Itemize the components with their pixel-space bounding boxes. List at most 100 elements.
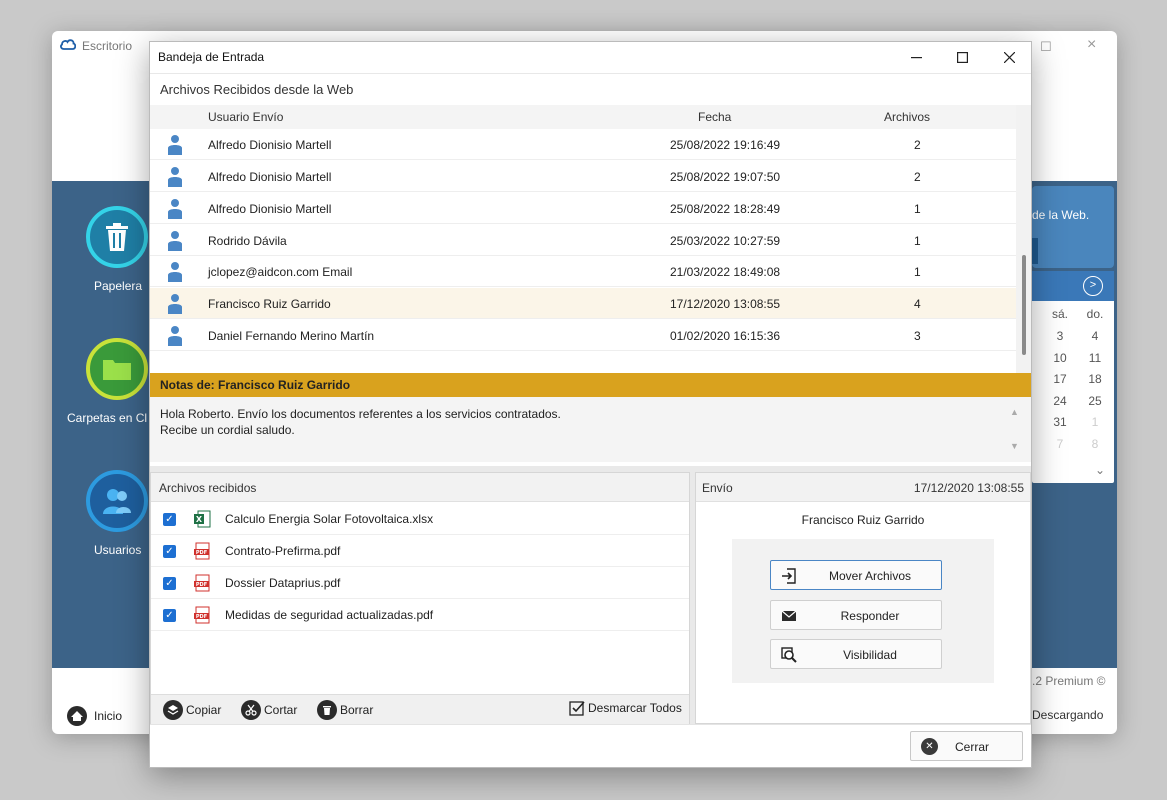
calendar-day[interactable]: 8 [1084, 437, 1106, 451]
cell-user: Francisco Ruiz Garrido [208, 297, 331, 311]
table-scrollbar[interactable] [1016, 105, 1031, 409]
table-header: Usuario Envío Fecha Archivos [150, 105, 1016, 129]
file-item[interactable]: ✓ PDF Dossier Dataprius.pdf [151, 567, 689, 599]
uncheck-all-button[interactable]: Desmarcar Todos [569, 700, 682, 716]
cell-date: 25/08/2022 19:16:49 [670, 138, 781, 152]
calendar-day[interactable]: 3 [1049, 329, 1071, 343]
calendar-day[interactable]: 1 [1084, 415, 1106, 429]
svg-text:PDF: PDF [196, 582, 207, 588]
calendar: > sá. do. 3 4 10 11 17 18 24 25 31 1 7 8… [1032, 271, 1114, 483]
svg-text:PDF: PDF [196, 550, 207, 556]
reply-button[interactable]: Responder [770, 600, 942, 630]
user-icon [168, 326, 182, 346]
magnifier-icon [781, 647, 797, 663]
cell-files: 2 [914, 138, 921, 152]
cell-date: 17/12/2020 13:08:55 [670, 297, 781, 311]
cell-date: 25/08/2022 18:28:49 [670, 202, 781, 216]
delete-button[interactable]: Borrar [317, 700, 373, 720]
calendar-day[interactable]: 4 [1084, 329, 1106, 343]
calendar-dropdown-icon[interactable]: ⌄ [1089, 463, 1111, 477]
close-icon[interactable] [986, 42, 1031, 73]
calendar-day[interactable]: 7 [1049, 437, 1071, 451]
calendar-header: > [1032, 271, 1114, 301]
visibility-button[interactable]: Visibilidad [770, 639, 942, 669]
section-title: Archivos Recibidos desde la Web [160, 82, 354, 97]
cell-user: Daniel Fernando Merino Martín [208, 329, 375, 343]
copy-button[interactable]: Copiar [163, 700, 221, 720]
notes-text-area[interactable]: Hola Roberto. Envío los documentos refer… [150, 397, 1031, 462]
users-icon[interactable] [86, 470, 148, 532]
calendar-day[interactable]: 25 [1084, 394, 1106, 408]
trash-icon[interactable] [86, 206, 148, 268]
table-row[interactable]: Rodrido Dávila 25/03/2022 10:27:59 1 [150, 225, 1016, 256]
inbox-dialog: Bandeja de Entrada Archivos Recibidos de… [149, 41, 1032, 768]
move-files-button[interactable]: Mover Archivos [770, 560, 942, 590]
checkbox-checked[interactable]: ✓ [163, 545, 176, 558]
cell-files: 1 [914, 234, 921, 248]
copy-icon [163, 700, 183, 720]
background-maximize-icon[interactable]: ☐ [1040, 39, 1052, 55]
checkbox-checked[interactable]: ✓ [163, 609, 176, 622]
received-files-panel: Archivos recibidos ✓ X Calculo Energia S… [150, 472, 690, 724]
calendar-day[interactable]: 17 [1049, 372, 1071, 386]
cell-date: 21/03/2022 18:49:08 [670, 265, 781, 279]
table-row[interactable]: jclopez@aidcon.com Email 21/03/2022 18:4… [150, 256, 1016, 287]
calendar-day[interactable]: 24 [1049, 394, 1071, 408]
user-icon [168, 231, 182, 251]
web-panel-text: de la Web. [1032, 208, 1090, 222]
table-row[interactable]: Alfredo Dionisio Martell 25/08/2022 18:2… [150, 193, 1016, 224]
close-button[interactable]: ✕ Cerrar [910, 731, 1023, 761]
file-item[interactable]: ✓ X Calculo Energia Solar Fotovoltaica.x… [151, 503, 689, 535]
column-header-files[interactable]: Archivos [884, 110, 930, 124]
scroll-down-icon[interactable]: ▼ [1010, 441, 1019, 451]
column-header-user[interactable]: Usuario Envío [208, 110, 283, 124]
column-header-date[interactable]: Fecha [698, 110, 731, 124]
reply-label: Responder [840, 609, 900, 623]
envio-title: Envío [702, 481, 733, 495]
minimize-icon[interactable] [893, 42, 939, 73]
file-name: Medidas de seguridad actualizadas.pdf [225, 608, 434, 622]
checkbox-checked[interactable]: ✓ [163, 577, 176, 590]
table-row[interactable]: Daniel Fernando Merino Martín 01/02/2020… [150, 320, 1016, 351]
files-toolbar: Copiar Cortar Borrar Desmarcar Todos [151, 694, 689, 724]
envio-sender: Francisco Ruiz Garrido [801, 513, 925, 527]
close-label: Cerrar [955, 740, 990, 754]
cell-user: Alfredo Dionisio Martell [208, 202, 332, 216]
inicio-button[interactable]: Inicio [66, 705, 122, 727]
calendar-header-sun: do. [1086, 307, 1104, 321]
cut-button[interactable]: Cortar [241, 700, 297, 720]
maximize-icon[interactable] [939, 42, 985, 73]
checkbox-checked[interactable]: ✓ [163, 513, 176, 526]
background-close-icon[interactable]: × [1087, 36, 1096, 54]
user-icon [168, 135, 182, 155]
file-item[interactable]: ✓ PDF Medidas de seguridad actualizadas.… [151, 599, 689, 631]
table-row[interactable]: Alfredo Dionisio Martell 25/08/2022 19:1… [150, 129, 1016, 160]
table-row[interactable]: Alfredo Dionisio Martell 25/08/2022 19:0… [150, 161, 1016, 192]
table-scrollbar-thumb[interactable] [1022, 255, 1026, 355]
files-panel-header: Archivos recibidos [151, 473, 689, 502]
file-name: Contrato-Prefirma.pdf [225, 544, 341, 558]
calendar-header-sat: sá. [1051, 307, 1068, 321]
dialog-titlebar: Bandeja de Entrada [150, 42, 1031, 74]
scroll-up-icon[interactable]: ▲ [1010, 407, 1019, 417]
table-row-selected[interactable]: Francisco Ruiz Garrido 17/12/2020 13:08:… [150, 288, 1016, 319]
pdf-file-icon: PDF [194, 542, 210, 560]
file-item[interactable]: ✓ PDF Contrato-Prefirma.pdf [151, 535, 689, 567]
home-icon [67, 706, 87, 726]
actions-box: Mover Archivos Responder Visibilidad [732, 539, 994, 683]
calendar-day[interactable]: 31 [1049, 415, 1071, 429]
calendar-day[interactable]: 11 [1084, 351, 1106, 365]
calendar-day[interactable]: 10 [1049, 351, 1071, 365]
scissors-icon [241, 700, 261, 720]
folder-icon[interactable] [86, 338, 148, 400]
delete-label: Borrar [340, 703, 374, 717]
web-panel-button[interactable] [1032, 238, 1038, 264]
envio-panel: Envío 17/12/2020 13:08:55 Francisco Ruiz… [695, 472, 1031, 724]
calendar-day[interactable]: 18 [1084, 372, 1106, 386]
files-panel-title: Archivos recibidos [159, 481, 257, 495]
excel-file-icon: X [194, 510, 211, 528]
user-icon [168, 199, 182, 219]
calendar-next-icon[interactable]: > [1083, 276, 1103, 296]
file-name: Calculo Energia Solar Fotovoltaica.xlsx [225, 512, 434, 526]
usuarios-label: Usuarios [94, 543, 142, 557]
